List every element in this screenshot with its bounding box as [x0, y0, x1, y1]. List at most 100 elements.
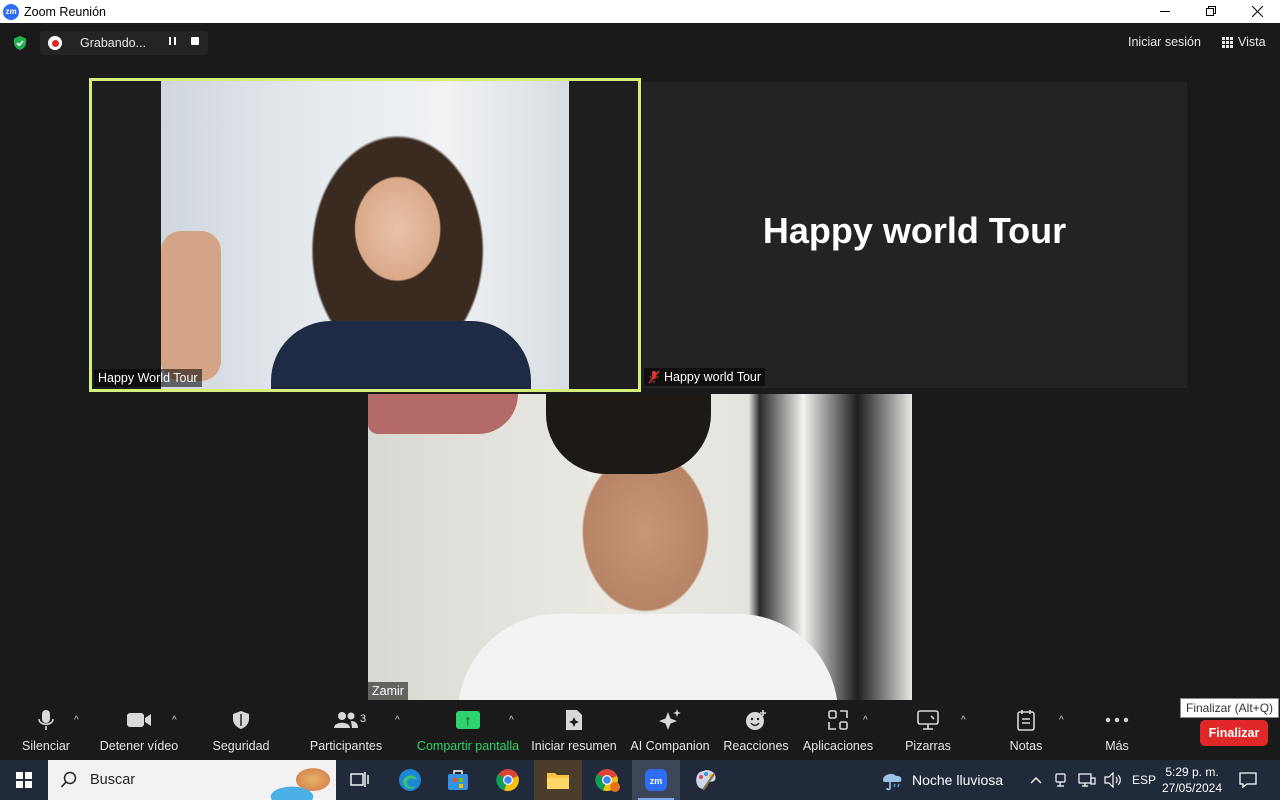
start-button[interactable] [0, 760, 48, 800]
whiteboards-options-caret-icon[interactable]: ^ [961, 715, 966, 726]
whiteboard-icon [917, 710, 939, 730]
reactions-button[interactable]: Reacciones [723, 705, 789, 760]
task-view-button[interactable] [336, 760, 384, 800]
pause-recording-icon[interactable] [166, 37, 178, 49]
video-tile-active-speaker[interactable]: Happy World Tour [89, 78, 641, 392]
view-button[interactable]: Vista [1222, 35, 1266, 49]
restore-icon [1205, 6, 1216, 16]
participant-name: Happy world Tour [664, 370, 762, 384]
notes-label: Notas [1009, 739, 1043, 753]
zoom-app-icon: zm [645, 769, 667, 791]
chrome-icon [496, 769, 519, 792]
start-summary-button[interactable]: Iniciar resumen [531, 705, 617, 760]
recording-label: Grabando... [80, 36, 147, 50]
weather-widget[interactable]: Noche lluviosa [880, 760, 1003, 800]
microsoft-store-icon [448, 770, 468, 790]
security-label: Seguridad [212, 739, 270, 753]
notifications-button[interactable] [1236, 760, 1260, 800]
store-app[interactable] [434, 760, 482, 800]
mute-label: Silenciar [22, 739, 70, 753]
ai-companion-label: AI Companion [630, 739, 710, 753]
show-hidden-icons-chevron-icon[interactable] [1030, 776, 1042, 784]
clock-time: 5:29 p. m. [1165, 765, 1219, 779]
search-placeholder: Buscar [90, 772, 136, 788]
meet-now-icon[interactable] [1054, 772, 1068, 788]
participants-label: Participantes [309, 739, 383, 753]
file-explorer-app[interactable] [534, 760, 582, 800]
language-indicator[interactable]: ESP [1132, 773, 1156, 787]
audio-options-caret-icon[interactable]: ^ [74, 715, 79, 726]
folder-icon [547, 773, 569, 789]
close-button[interactable] [1234, 0, 1280, 23]
notes-icon [1017, 710, 1035, 731]
participants-options-caret-icon[interactable]: ^ [395, 715, 400, 726]
mute-button[interactable]: Silenciar [16, 705, 76, 760]
apps-options-caret-icon[interactable]: ^ [863, 715, 868, 726]
window-controls [1142, 0, 1280, 23]
restore-button[interactable] [1188, 0, 1234, 23]
participants-icon [334, 712, 358, 728]
windows-taskbar: Buscar zm Noche lluviosa ESP 5:29 p. m. … [0, 760, 1280, 800]
end-meeting-button[interactable]: Finalizar [1200, 720, 1268, 746]
participant-name: Happy World Tour [98, 371, 198, 385]
participant-video [161, 81, 569, 389]
paint-app[interactable] [682, 760, 730, 800]
svg-text:zm: zm [650, 776, 663, 786]
minimize-button[interactable] [1142, 0, 1188, 23]
grid-view-icon [1222, 36, 1233, 48]
share-screen-button[interactable]: ↑ Compartir pantalla [416, 705, 520, 760]
view-label: Vista [1238, 35, 1266, 49]
system-clock[interactable]: 5:29 p. m. 27/05/2024 [1160, 764, 1224, 796]
zoom-logo-icon: zm [3, 3, 19, 20]
meeting-top-bar: Grabando... Iniciar sesión Vista [0, 23, 1280, 63]
participant-display-name: Happy world Tour [762, 210, 1067, 251]
whiteboards-button[interactable]: Pizarras [900, 705, 956, 760]
edge-icon [399, 769, 421, 791]
volume-icon[interactable] [1104, 772, 1122, 788]
video-camera-icon [127, 713, 151, 727]
weather-label: Noche lluviosa [912, 772, 1004, 788]
participant-name-tag: Happy World Tour [94, 369, 202, 387]
taskbar-search[interactable]: Buscar [48, 760, 336, 800]
security-shield-icon[interactable] [12, 35, 28, 51]
apps-button[interactable]: Aplicaciones [802, 705, 874, 760]
zoom-app[interactable]: zm [632, 760, 680, 800]
more-button[interactable]: Más [1096, 705, 1138, 760]
window-title-bar: zm Zoom Reunión [0, 0, 1280, 23]
close-icon [1251, 6, 1263, 17]
stop-video-button[interactable]: Detener vídeo [100, 705, 178, 760]
meeting-toolbar: Silenciar ^ Detener vídeo ^ Seguridad 3 … [0, 705, 1280, 760]
share-screen-label: Compartir pantalla [416, 739, 520, 753]
reactions-smiley-icon [746, 710, 766, 730]
system-tray: ESP [1030, 760, 1156, 800]
participant-hair [546, 394, 711, 474]
chrome-profile-icon [595, 769, 620, 792]
sign-in-link[interactable]: Iniciar sesión [1128, 35, 1201, 49]
notification-center-icon [1239, 772, 1257, 788]
chrome-app[interactable] [484, 760, 532, 800]
chrome-profile-app[interactable] [584, 760, 632, 800]
reactions-label: Reacciones [723, 739, 789, 753]
thumbs-up-hand [161, 231, 221, 381]
video-tile-name-card[interactable]: Happy world Tour [642, 82, 1187, 388]
network-icon[interactable] [1078, 772, 1096, 788]
participant-shirt [271, 321, 531, 389]
stop-recording-icon[interactable] [191, 37, 199, 45]
rainy-weather-icon [883, 773, 902, 791]
notes-button[interactable]: Notas [1000, 705, 1052, 760]
participant-name: Zamir [372, 684, 404, 698]
edge-browser-app[interactable] [386, 760, 434, 800]
microphone-icon [38, 710, 54, 730]
video-tile-zamir[interactable]: Zamir [368, 394, 912, 700]
apps-icon [828, 710, 848, 730]
share-screen-arrow-icon: ↑ [456, 711, 480, 729]
participants-button[interactable]: 3 Participantes [310, 705, 382, 760]
video-options-caret-icon[interactable]: ^ [172, 715, 177, 726]
share-options-caret-icon[interactable]: ^ [509, 715, 514, 726]
more-label: Más [1105, 739, 1129, 753]
recording-dot-icon [48, 36, 62, 50]
notes-options-caret-icon[interactable]: ^ [1059, 715, 1064, 726]
ai-companion-button[interactable]: AI Companion [630, 705, 710, 760]
security-button[interactable]: Seguridad [210, 705, 272, 760]
search-highlight-illustration [264, 766, 334, 800]
